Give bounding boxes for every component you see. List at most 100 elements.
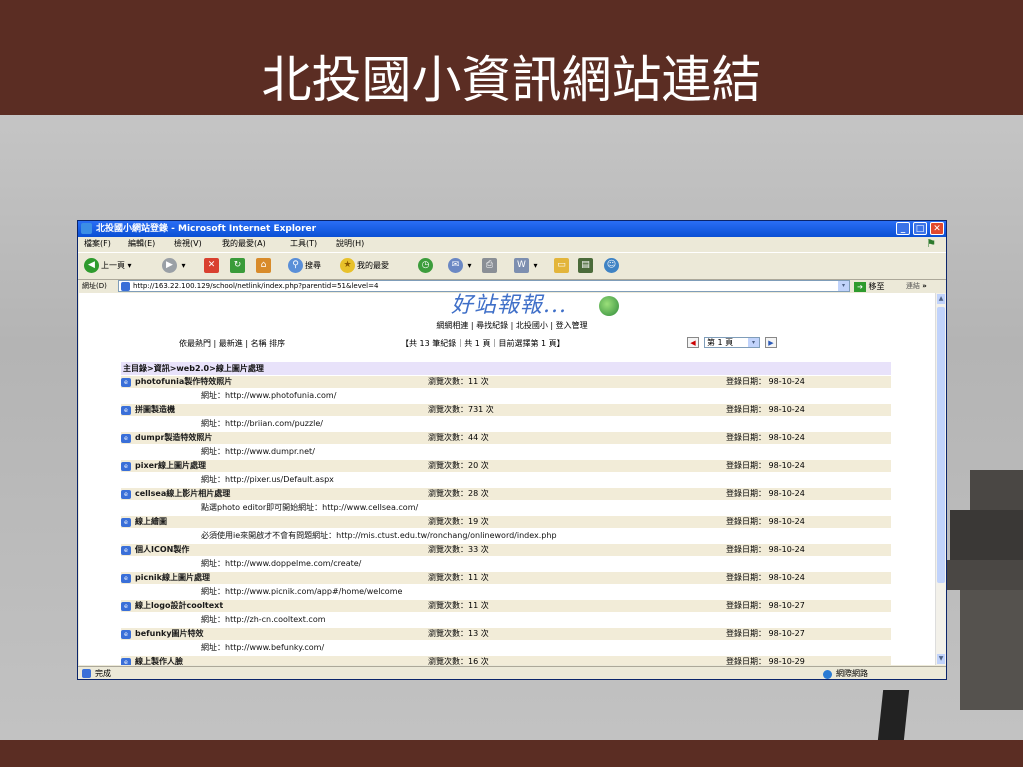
- stop-button[interactable]: ✕: [204, 257, 221, 275]
- nav-web-links[interactable]: 網網相連: [436, 321, 468, 330]
- link-url[interactable]: 網址：http://briian.com/puzzle/: [201, 418, 323, 430]
- view-count: 瀏覽次數：20 次: [428, 461, 489, 470]
- favorites-button[interactable]: ★ 我的最愛: [340, 257, 389, 275]
- messenger-icon: ☺: [604, 258, 619, 273]
- menu-help[interactable]: 說明(H): [336, 237, 364, 251]
- link-title[interactable]: 線上繪圖: [135, 516, 167, 528]
- link-title[interactable]: photofunia製作特效照片: [135, 376, 232, 388]
- view-count: 瀏覽次數：44 次: [428, 433, 489, 442]
- nav-search-records[interactable]: 尋找紀錄: [476, 321, 508, 330]
- ie-link-icon: e: [121, 490, 131, 499]
- register-date: 登錄日期： 98-10-27: [726, 601, 805, 610]
- link-title[interactable]: dumpr製造特效照片: [135, 432, 212, 444]
- home-button[interactable]: ⌂: [256, 257, 273, 275]
- link-title[interactable]: 線上logo設計cooltext: [135, 600, 223, 612]
- forward-button[interactable]: ▶ ▾: [162, 257, 186, 275]
- sort-name[interactable]: 名稱 排序: [251, 339, 286, 348]
- ie-link-icon: e: [121, 630, 131, 639]
- site-nav: 網網相連 | 尋找紀錄 | 北投國小 | 登入管理: [436, 321, 588, 330]
- print-button[interactable]: ⎙: [482, 257, 499, 275]
- close-button[interactable]: ✕: [930, 222, 944, 235]
- nav-login[interactable]: 登入管理: [556, 321, 588, 330]
- menu-tools[interactable]: 工具(T): [290, 237, 317, 251]
- link-url[interactable]: 網址：http://www.dumpr.net/: [201, 446, 315, 458]
- view-count: 瀏覽次數：33 次: [428, 545, 489, 554]
- next-page-button[interactable]: ▶: [765, 337, 777, 348]
- printer-icon: ⎙: [482, 258, 497, 273]
- list-item: e cellsea線上影片相片處理 瀏覽次數：28 次 登錄日期： 98-10-24 點…: [121, 488, 891, 516]
- link-title[interactable]: picnik線上圖片處理: [135, 572, 210, 584]
- maximize-button[interactable]: □: [913, 222, 927, 235]
- link-title[interactable]: befunky圖片特效: [135, 628, 204, 640]
- window-title: 北投國小網站登錄 - Microsoft Internet Explorer: [96, 224, 317, 234]
- list-item: e dumpr製造特效照片 瀏覽次數：44 次 登錄日期： 98-10-24 網址：ht…: [121, 432, 891, 460]
- list-item: e befunky圖片特效 瀏覽次數：13 次 登錄日期： 98-10-27 網址：ht…: [121, 628, 891, 656]
- view-count: 瀏覽次數：11 次: [428, 573, 489, 582]
- link-url[interactable]: 網址：http://www.befunky.com/: [201, 642, 324, 654]
- scroll-up-icon[interactable]: ▲: [937, 294, 945, 304]
- window-titlebar[interactable]: 北投國小網站登錄 - Microsoft Internet Explorer _…: [78, 221, 946, 237]
- ie-link-icon: e: [121, 518, 131, 527]
- internet-zone-icon: [823, 670, 832, 679]
- address-input[interactable]: http://163.22.100.129/school/netlink/ind…: [118, 280, 850, 292]
- edit-button[interactable]: W ▾: [514, 257, 538, 275]
- link-url[interactable]: 必須使用ie來開啟才不會有問題網址：http://mis.ctust.edu.t…: [201, 530, 557, 542]
- ie-link-icon: e: [121, 406, 131, 415]
- bottom-band: [0, 740, 1023, 767]
- history-button[interactable]: ◷: [418, 257, 435, 275]
- link-title[interactable]: 個人ICON製作: [135, 544, 189, 556]
- scroll-thumb[interactable]: [937, 307, 945, 583]
- search-icon: ⚲: [288, 258, 303, 273]
- nav-school[interactable]: 北投國小: [516, 321, 548, 330]
- link-url[interactable]: 網址：http://pixer.us/Default.aspx: [201, 474, 334, 486]
- stop-icon: ✕: [204, 258, 219, 273]
- link-url[interactable]: 網址：http://www.doppelme.com/create/: [201, 558, 361, 570]
- menu-view[interactable]: 檢視(V): [174, 237, 202, 251]
- sort-options: 依最熱門 | 最新進 | 名稱 排序: [179, 339, 286, 348]
- address-dropdown-icon[interactable]: ▾: [838, 281, 849, 291]
- link-title[interactable]: pixer線上圖片處理: [135, 460, 206, 472]
- link-title[interactable]: 拼圖製造機: [135, 404, 175, 416]
- globe-icon: [599, 296, 619, 316]
- home-icon: ⌂: [256, 258, 271, 273]
- back-arrow-icon: ◀: [84, 258, 99, 273]
- research-button[interactable]: ▤: [578, 257, 595, 275]
- menu-bar: 檔案(F) 編輯(E) 檢視(V) 我的最愛(A) 工具(T) 說明(H): [78, 237, 946, 251]
- prev-page-button[interactable]: ◀: [687, 337, 699, 348]
- link-url[interactable]: 網址：http://www.picnik.com/app#/home/welco…: [201, 586, 402, 598]
- sort-newest[interactable]: 最新進: [219, 339, 243, 348]
- ie-icon: [81, 223, 92, 234]
- menu-edit[interactable]: 編輯(E): [128, 237, 155, 251]
- go-button[interactable]: ➔ 移至: [854, 280, 885, 294]
- page-select[interactable]: 第 1 頁 ▾: [704, 337, 760, 348]
- link-url[interactable]: 網址：http://www.photofunia.com/: [201, 390, 336, 402]
- search-button[interactable]: ⚲ 搜尋: [288, 257, 321, 275]
- ie-link-icon: e: [121, 378, 131, 387]
- list-item: e 拼圖製造機 瀏覽次數：731 次 登錄日期： 98-10-24 網址：http://…: [121, 404, 891, 432]
- back-button[interactable]: ◀ 上一頁 ▾: [84, 257, 132, 275]
- mail-button[interactable]: ✉ ▾: [448, 257, 472, 275]
- messenger-button[interactable]: ☺: [604, 257, 621, 275]
- menu-favorites[interactable]: 我的最愛(A): [222, 237, 266, 251]
- sort-popular[interactable]: 依最熱門: [179, 339, 211, 348]
- link-url[interactable]: 網址：http://zh-cn.cooltext.com: [201, 614, 326, 626]
- scroll-down-icon[interactable]: ▼: [937, 654, 945, 664]
- list-item: e 線上製作人臉 瀏覽次數：16 次 登錄日期： 98-10-29: [121, 656, 891, 665]
- view-count: 瀏覽次數：11 次: [428, 601, 489, 610]
- folder-button[interactable]: ▭: [554, 257, 571, 275]
- ie-link-icon: e: [121, 546, 131, 555]
- menu-file[interactable]: 檔案(F): [84, 237, 111, 251]
- minimize-button[interactable]: _: [896, 222, 910, 235]
- site-logo: 好站報報...: [451, 293, 567, 318]
- link-title[interactable]: 線上製作人臉: [135, 656, 183, 665]
- link-url[interactable]: 點選photo editor即可開始網址：http://www.cellsea.…: [201, 502, 418, 514]
- vertical-scrollbar[interactable]: ▲ ▼: [935, 293, 946, 665]
- page-icon: [121, 282, 130, 291]
- view-count: 瀏覽次數：19 次: [428, 517, 489, 526]
- link-title[interactable]: cellsea線上影片相片處理: [135, 488, 230, 500]
- links-button[interactable]: 連結 »: [906, 279, 927, 293]
- view-count: 瀏覽次數：28 次: [428, 489, 489, 498]
- register-date: 登錄日期： 98-10-29: [726, 657, 805, 665]
- list-item: e photofunia製作特效照片 瀏覽次數：11 次 登錄日期： 98-10-24…: [121, 376, 891, 404]
- refresh-button[interactable]: ↻: [230, 257, 247, 275]
